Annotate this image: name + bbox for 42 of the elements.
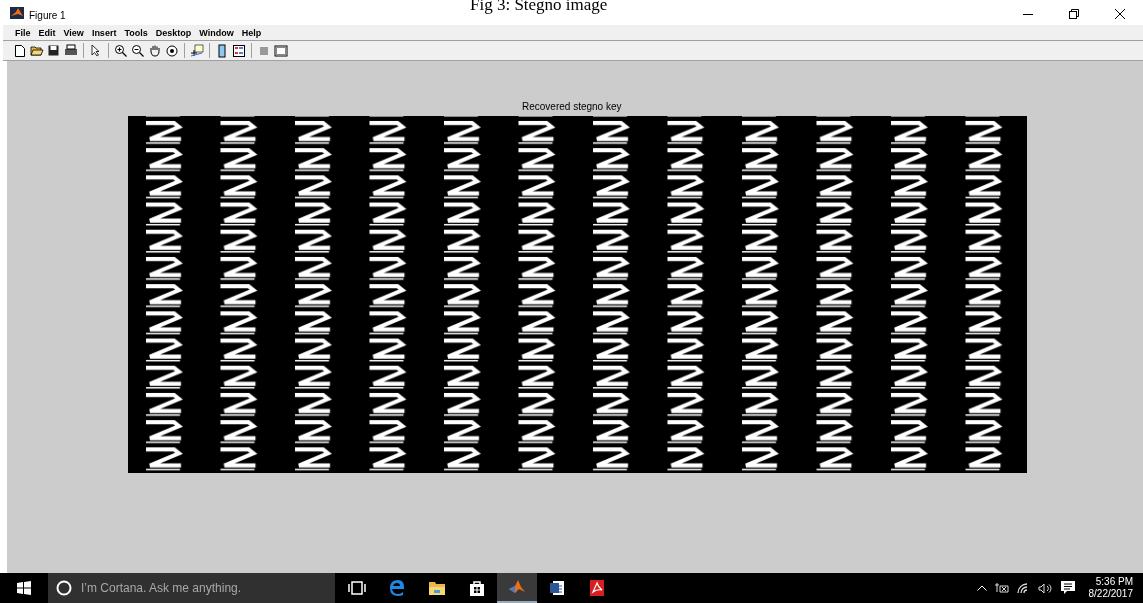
document-icon [548, 579, 566, 597]
menu-item[interactable]: Insert [87, 26, 121, 39]
wifi-icon [1016, 582, 1030, 594]
document-icon [588, 579, 606, 597]
notification-icon[interactable] [1060, 581, 1075, 595]
search-field[interactable]: I’m Cortana. Ask me anything. [48, 573, 335, 603]
save-icon[interactable] [47, 43, 61, 58]
rotate-icon[interactable] [165, 43, 179, 58]
clock-date: 8/22/2017 [1088, 588, 1133, 600]
chevron-up-icon [976, 585, 987, 591]
peak-icon [508, 578, 526, 596]
hand-icon[interactable] [148, 43, 162, 58]
network-icon [994, 583, 1009, 593]
clock-time: 5:36 PM [1095, 576, 1133, 588]
restore-icon [1069, 8, 1079, 19]
colorbar-icon[interactable] [215, 43, 229, 58]
e-letter-shape-icon [388, 579, 406, 597]
zoom-out-icon[interactable] [131, 43, 145, 58]
folder-icon [428, 579, 446, 597]
axes-title: Recovered stegno key [522, 101, 622, 113]
window-icon[interactable] [274, 43, 288, 58]
circle-icon [56, 580, 72, 596]
menu-item[interactable]: Help [237, 26, 266, 39]
shopping-bag-icon [468, 579, 486, 597]
data-cursor-icon[interactable] [190, 43, 204, 58]
menu-item[interactable]: Window [195, 26, 238, 39]
open-folder-icon[interactable] [30, 43, 44, 58]
windows-logo-icon [17, 581, 31, 595]
menu-item[interactable]: File [11, 26, 35, 39]
app-icon [10, 6, 24, 19]
new-file-icon[interactable] [13, 43, 27, 58]
print-icon[interactable] [64, 43, 78, 58]
zoom-in-icon[interactable] [114, 43, 128, 58]
speaker-icon [1037, 582, 1053, 594]
legend-icon[interactable] [232, 43, 246, 58]
menu-item[interactable]: View [59, 26, 88, 39]
menu-item[interactable]: Tools [120, 26, 152, 39]
window-title: Figure 1 [29, 9, 66, 23]
close-icon [1115, 8, 1125, 19]
menu-item[interactable]: Desktop [151, 26, 196, 39]
task-view-icon [348, 579, 366, 597]
menu-item[interactable]: Edit [34, 26, 60, 39]
